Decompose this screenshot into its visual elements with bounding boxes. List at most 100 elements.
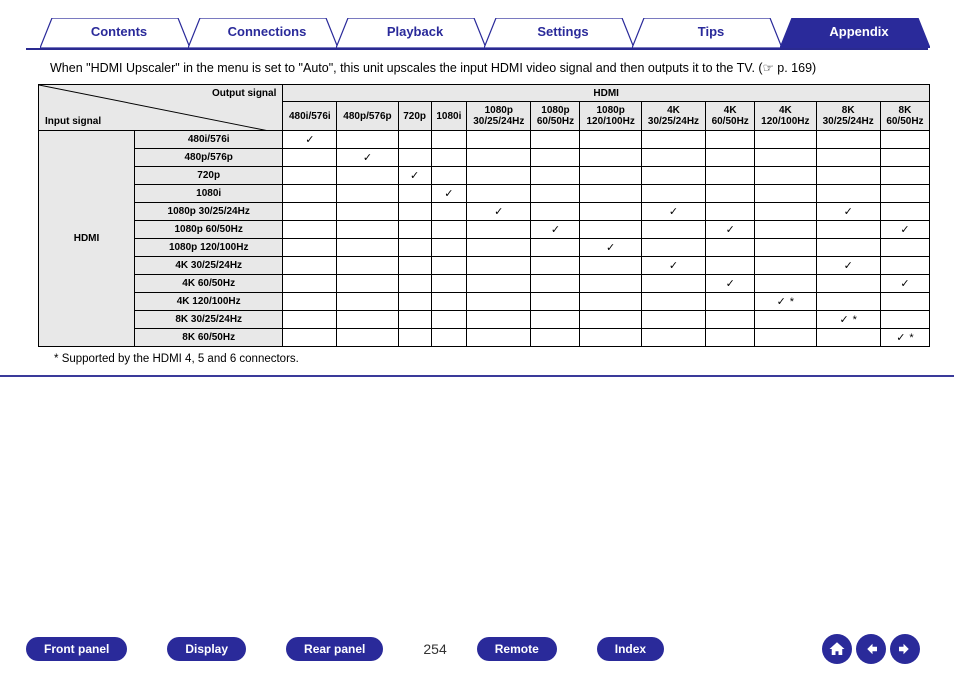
cell — [531, 275, 580, 293]
cell — [531, 149, 580, 167]
link-remote[interactable]: Remote — [477, 637, 557, 661]
tab-tips[interactable]: Tips — [632, 18, 790, 48]
cell — [337, 203, 398, 221]
cell: ✓ * — [755, 293, 816, 311]
cell — [755, 239, 816, 257]
cell — [337, 185, 398, 203]
cell — [467, 329, 531, 347]
cell — [641, 149, 705, 167]
cell — [467, 311, 531, 329]
cell — [398, 257, 431, 275]
cell — [580, 167, 641, 185]
cell — [880, 293, 929, 311]
table-row: 1080p 120/100Hz✓ — [39, 239, 930, 257]
link-rear-panel[interactable]: Rear panel — [286, 637, 383, 661]
row-header: 720p — [135, 167, 283, 185]
cell — [398, 221, 431, 239]
tab-playback[interactable]: Playback — [336, 18, 494, 48]
cell: ✓ — [880, 275, 929, 293]
cell — [431, 329, 466, 347]
tab-label: Playback — [387, 24, 443, 39]
cell — [880, 131, 929, 149]
cell — [641, 239, 705, 257]
cell — [531, 311, 580, 329]
cell — [816, 329, 880, 347]
cell: ✓ — [706, 221, 755, 239]
cell — [641, 311, 705, 329]
intro-text: When "HDMI Upscaler" in the menu is set … — [50, 60, 904, 76]
cell — [880, 203, 929, 221]
cell — [431, 131, 466, 149]
tab-settings[interactable]: Settings — [484, 18, 642, 48]
table-row: HDMI480i/576i✓ — [39, 131, 930, 149]
cell — [580, 275, 641, 293]
cell — [467, 167, 531, 185]
cell — [755, 167, 816, 185]
cell: ✓ — [337, 149, 398, 167]
cell — [706, 131, 755, 149]
col-header: 1080p120/100Hz — [580, 102, 641, 131]
home-icon[interactable] — [822, 634, 852, 664]
tab-contents[interactable]: Contents — [40, 18, 198, 48]
cell — [467, 149, 531, 167]
cell — [337, 311, 398, 329]
cell — [580, 221, 641, 239]
cell — [641, 185, 705, 203]
tab-label: Connections — [228, 24, 307, 39]
cell — [398, 311, 431, 329]
cell — [283, 257, 337, 275]
cell — [283, 167, 337, 185]
cell — [641, 131, 705, 149]
cell — [467, 293, 531, 311]
cell — [706, 167, 755, 185]
footnote: * Supported by the HDMI 4, 5 and 6 conne… — [54, 353, 928, 365]
cell: ✓ * — [880, 329, 929, 347]
link-index[interactable]: Index — [597, 637, 664, 661]
row-header: 8K 60/50Hz — [135, 329, 283, 347]
tab-label: Appendix — [829, 24, 888, 39]
tab-appendix[interactable]: Appendix — [780, 18, 938, 48]
cell — [283, 221, 337, 239]
cell — [755, 311, 816, 329]
cell — [816, 221, 880, 239]
col-header: 1080p60/50Hz — [531, 102, 580, 131]
link-front-panel[interactable]: Front panel — [26, 637, 127, 661]
cell — [398, 149, 431, 167]
cell — [816, 293, 880, 311]
prev-page-icon[interactable] — [856, 634, 886, 664]
cell — [337, 275, 398, 293]
cell — [283, 203, 337, 221]
cell — [816, 185, 880, 203]
cell — [398, 185, 431, 203]
cell — [283, 293, 337, 311]
cell — [880, 239, 929, 257]
cell — [580, 185, 641, 203]
cell — [467, 221, 531, 239]
tab-connections[interactable]: Connections — [188, 18, 346, 48]
cell — [337, 257, 398, 275]
table-row: 1080i✓ — [39, 185, 930, 203]
cell — [467, 131, 531, 149]
cell — [431, 239, 466, 257]
cell: ✓ — [467, 203, 531, 221]
pointer-icon: ☞ — [763, 61, 774, 75]
table-row: 8K 60/50Hz ✓ * — [39, 329, 930, 347]
col-header: 720p — [398, 102, 431, 131]
cell — [706, 311, 755, 329]
cell — [641, 275, 705, 293]
table-row: 1080p 30/25/24Hz✓✓✓ — [39, 203, 930, 221]
cell — [337, 329, 398, 347]
next-page-icon[interactable] — [890, 634, 920, 664]
cell — [398, 239, 431, 257]
cell: ✓ — [880, 221, 929, 239]
cell — [755, 257, 816, 275]
cell: ✓ — [398, 167, 431, 185]
cell — [531, 239, 580, 257]
link-display[interactable]: Display — [167, 637, 246, 661]
cell — [816, 149, 880, 167]
bottom-bar: Front panel Display Rear panel 254 Remot… — [0, 627, 954, 671]
cell — [755, 221, 816, 239]
top-tabs: Contents Connections Playback Settings T… — [26, 18, 928, 50]
table-row: 4K 60/50Hz✓✓ — [39, 275, 930, 293]
cell — [531, 329, 580, 347]
